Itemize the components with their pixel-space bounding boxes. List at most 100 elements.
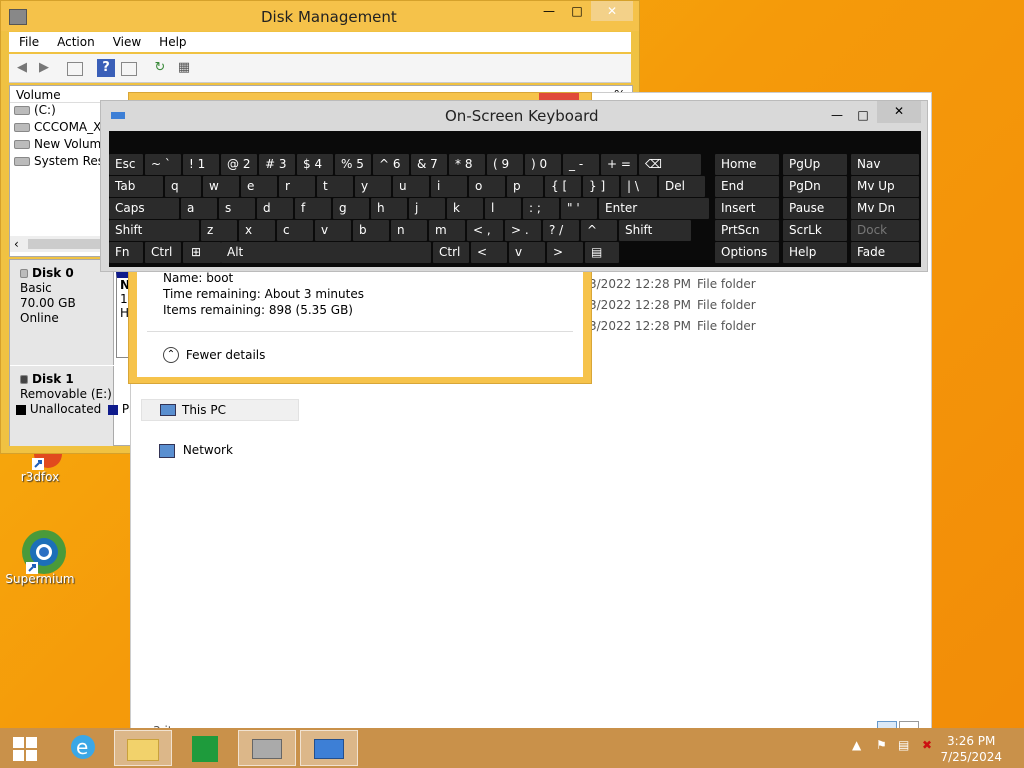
- key-help[interactable]: Help: [783, 242, 847, 263]
- key-3[interactable]: # 3: [259, 154, 295, 175]
- key-esc[interactable]: Esc: [109, 154, 143, 175]
- file-row[interactable]: 3/2022 12:28 PM File folder: [589, 319, 756, 333]
- key-[interactable]: ~ `: [145, 154, 181, 175]
- key-scrlk[interactable]: ScrLk: [783, 220, 847, 241]
- key-k[interactable]: k: [447, 198, 483, 219]
- key-fn[interactable]: Fn: [109, 242, 143, 263]
- volume-muted-icon[interactable]: ✖: [922, 738, 932, 752]
- key-x[interactable]: x: [239, 220, 275, 241]
- key-[interactable]: } ]: [583, 176, 619, 197]
- volume-row[interactable]: System Reser: [10, 154, 110, 171]
- windows-key[interactable]: ⊞: [185, 242, 221, 263]
- key-5[interactable]: % 5: [335, 154, 371, 175]
- rescan-icon[interactable]: ▦: [175, 59, 193, 77]
- key-v[interactable]: v: [315, 220, 351, 241]
- menu-action[interactable]: Action: [47, 32, 103, 49]
- key-dock[interactable]: Dock: [851, 220, 919, 241]
- key-y[interactable]: y: [355, 176, 391, 197]
- key-t[interactable]: t: [317, 176, 353, 197]
- taskbar-store[interactable]: [176, 730, 234, 766]
- key-insert[interactable]: Insert: [715, 198, 779, 219]
- maximize-button[interactable]: □: [565, 1, 589, 21]
- key-j[interactable]: j: [409, 198, 445, 219]
- backspace-key[interactable]: ⌫: [639, 154, 701, 175]
- key-ctrl[interactable]: Ctrl: [433, 242, 469, 263]
- key-h[interactable]: h: [371, 198, 407, 219]
- maximize-button[interactable]: □: [853, 105, 873, 125]
- key-9[interactable]: ( 9: [487, 154, 523, 175]
- action-center-flag-icon[interactable]: ⚑: [876, 738, 887, 752]
- start-button[interactable]: [0, 730, 50, 766]
- key-pgup[interactable]: PgUp: [783, 154, 847, 175]
- taskbar-on-screen-keyboard[interactable]: [300, 730, 358, 766]
- key-mv-up[interactable]: Mv Up: [851, 176, 919, 197]
- column-volume[interactable]: Volume: [16, 88, 61, 102]
- key-7[interactable]: & 7: [411, 154, 447, 175]
- key-[interactable]: : ;: [523, 198, 559, 219]
- show-hide-console-icon[interactable]: [67, 62, 83, 76]
- key-pause[interactable]: Pause: [783, 198, 847, 219]
- key-options[interactable]: Options: [715, 242, 779, 263]
- menu-help[interactable]: Help: [149, 32, 194, 49]
- key-r[interactable]: r: [279, 176, 315, 197]
- key-ctrl[interactable]: Ctrl: [145, 242, 181, 263]
- key-q[interactable]: q: [165, 176, 201, 197]
- taskbar-file-explorer[interactable]: [114, 730, 172, 766]
- key-shift[interactable]: Shift: [109, 220, 199, 241]
- file-row[interactable]: 3/2022 12:28 PM File folder: [589, 277, 756, 291]
- key-shift[interactable]: Shift: [619, 220, 691, 241]
- taskbar-disk-management[interactable]: [238, 730, 296, 766]
- key-fade[interactable]: Fade: [851, 242, 919, 263]
- refresh-icon[interactable]: ↻: [151, 59, 169, 77]
- desktop-icon-supermium[interactable]: Supermium: [2, 528, 78, 586]
- key-m[interactable]: m: [429, 220, 465, 241]
- key-b[interactable]: b: [353, 220, 389, 241]
- key-p[interactable]: p: [507, 176, 543, 197]
- key-z[interactable]: z: [201, 220, 237, 241]
- key-4[interactable]: $ 4: [297, 154, 333, 175]
- network-status-icon[interactable]: ▤: [898, 738, 909, 752]
- close-button[interactable]: ✕: [591, 1, 633, 21]
- key-0[interactable]: ) 0: [525, 154, 561, 175]
- minimize-button[interactable]: —: [827, 105, 847, 125]
- key-[interactable]: _ -: [563, 154, 599, 175]
- key-w[interactable]: w: [203, 176, 239, 197]
- key-[interactable]: <: [471, 242, 507, 263]
- disk0-info[interactable]: Disk 0 Basic 70.00 GB Online: [10, 260, 114, 365]
- key-tab[interactable]: Tab: [109, 176, 163, 197]
- minimize-button[interactable]: —: [537, 1, 561, 21]
- key-[interactable]: " ': [561, 198, 597, 219]
- key-d[interactable]: d: [257, 198, 293, 219]
- taskbar-ie[interactable]: e: [54, 730, 112, 766]
- key-2[interactable]: @ 2: [221, 154, 257, 175]
- close-button[interactable]: ✕: [877, 101, 921, 123]
- key-[interactable]: < ,: [467, 220, 503, 241]
- nav-item-network[interactable]: Network: [159, 443, 233, 458]
- key-[interactable]: + =: [601, 154, 637, 175]
- key-s[interactable]: s: [219, 198, 255, 219]
- key-[interactable]: { [: [545, 176, 581, 197]
- key-end[interactable]: End: [715, 176, 779, 197]
- key-e[interactable]: e: [241, 176, 277, 197]
- key-caps[interactable]: Caps: [109, 198, 179, 219]
- clock[interactable]: 3:26 PM 7/25/2024: [940, 733, 1002, 765]
- key-a[interactable]: a: [181, 198, 217, 219]
- key-v[interactable]: v: [509, 242, 545, 263]
- key-c[interactable]: c: [277, 220, 313, 241]
- key-mv-dn[interactable]: Mv Dn: [851, 198, 919, 219]
- key-o[interactable]: o: [469, 176, 505, 197]
- key-[interactable]: >: [547, 242, 583, 263]
- key-u[interactable]: u: [393, 176, 429, 197]
- key-alt[interactable]: Alt: [221, 242, 431, 263]
- key-nav[interactable]: Nav: [851, 154, 919, 175]
- key-[interactable]: ? /: [543, 220, 579, 241]
- volume-row[interactable]: New Volume: [10, 137, 110, 154]
- key-[interactable]: > .: [505, 220, 541, 241]
- show-hidden-icons-icon[interactable]: ▲: [852, 738, 861, 752]
- menu-view[interactable]: View: [103, 32, 149, 49]
- key-8[interactable]: * 8: [449, 154, 485, 175]
- volume-row[interactable]: (C:): [10, 103, 110, 120]
- properties-icon[interactable]: [121, 62, 137, 76]
- scroll-left-icon[interactable]: ‹: [14, 237, 19, 251]
- key-f[interactable]: f: [295, 198, 331, 219]
